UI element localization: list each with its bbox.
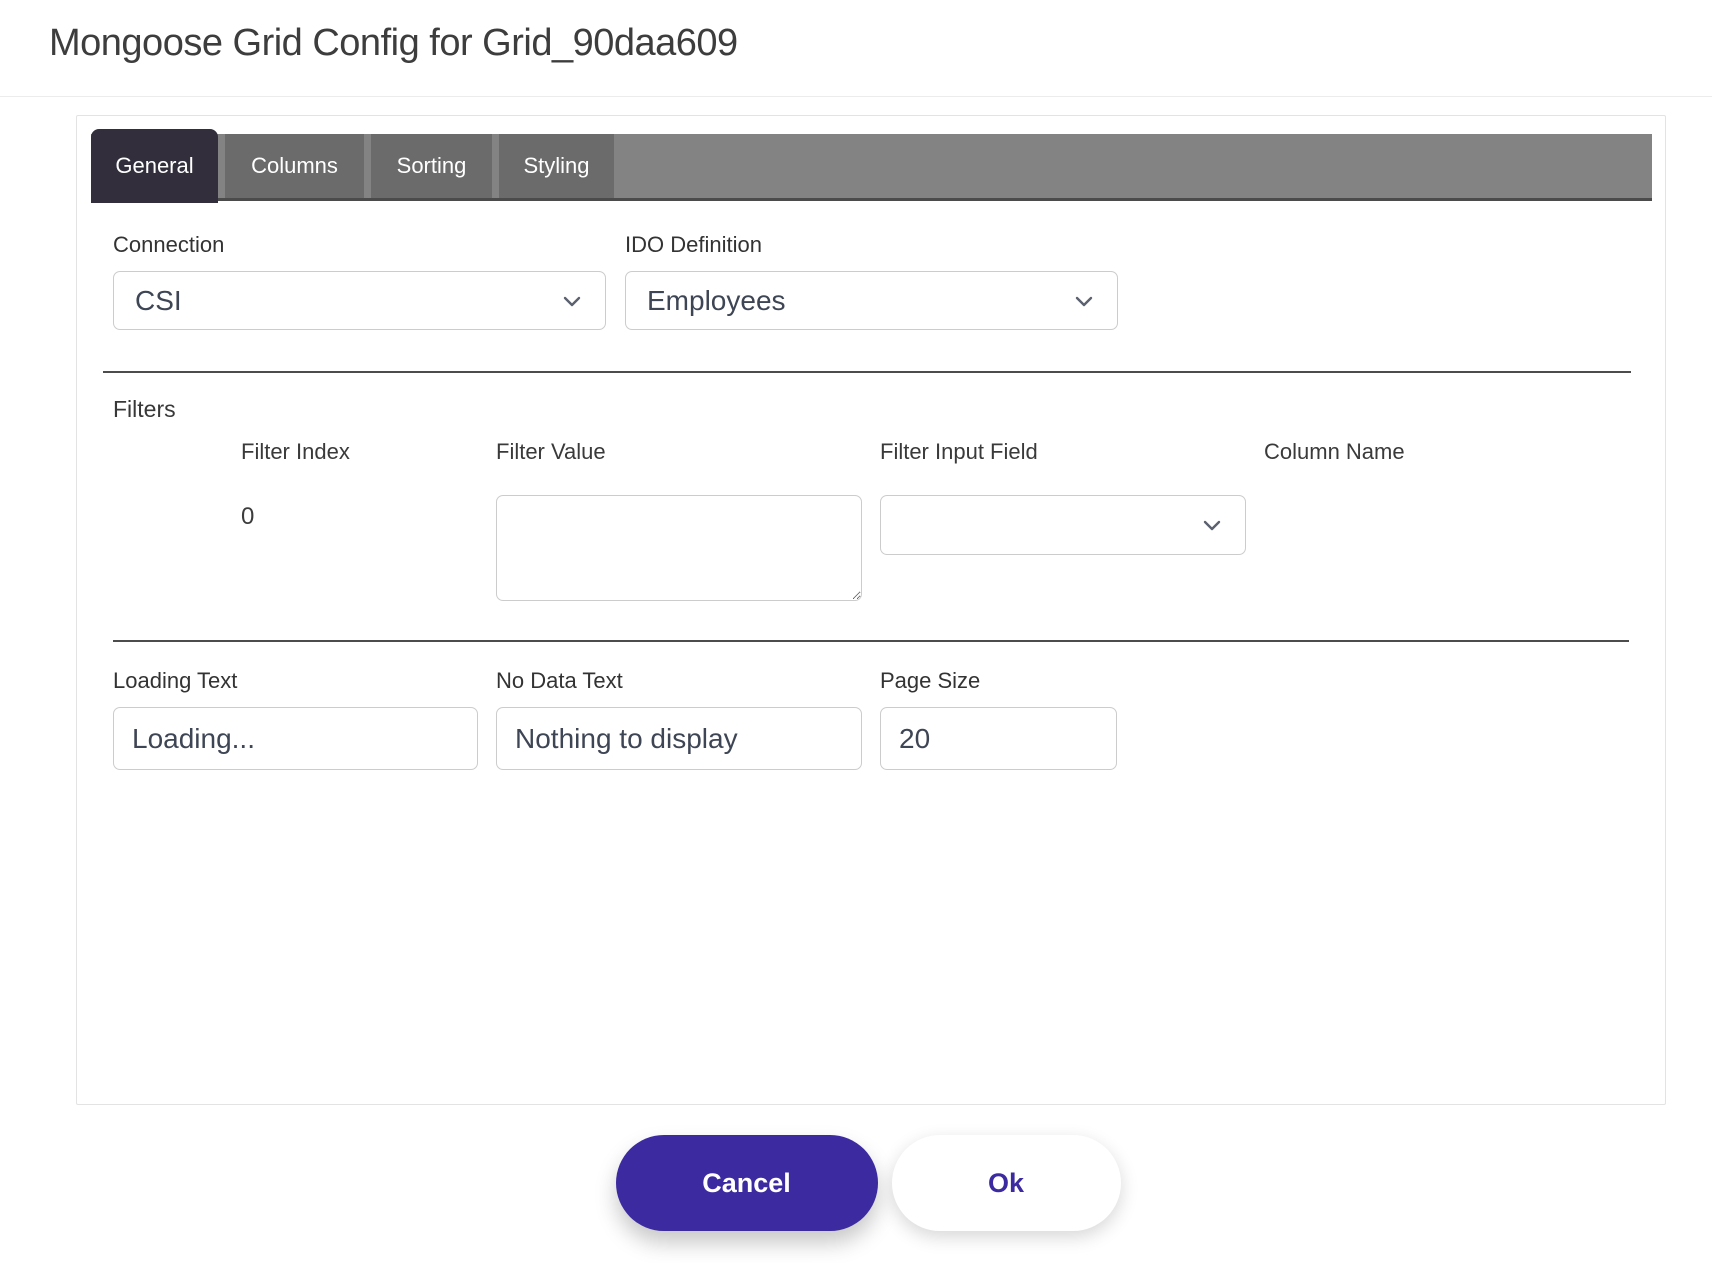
filters-table: Filter Index Filter Value Filter Input F… [113, 439, 1643, 606]
tab-styling[interactable]: Styling [499, 134, 614, 198]
filter-row-index: 0 [241, 503, 255, 530]
filter-value-cell [496, 495, 880, 606]
filters-section-divider [103, 371, 1631, 373]
dialog-actions: Cancel Ok [0, 1135, 1736, 1231]
filter-value-textarea[interactable] [496, 495, 862, 601]
general-tab-content: Connection CSI IDO Definition Employees [103, 204, 1643, 770]
options-inputs-row [113, 707, 1643, 770]
ido-definition-select[interactable]: Employees [625, 271, 1118, 330]
title-divider [0, 96, 1712, 97]
no-data-text-input[interactable] [496, 707, 862, 770]
loading-text-input[interactable] [113, 707, 478, 770]
filter-input-field-cell [880, 495, 1264, 606]
options-labels-row: Loading Text No Data Text Page Size [113, 668, 1643, 694]
connection-selected-value: CSI [135, 284, 182, 316]
filter-input-field-select[interactable] [880, 495, 1246, 555]
tab-columns[interactable]: Columns [225, 134, 364, 198]
filter-input-field-header: Filter Input Field [880, 439, 1038, 464]
filter-value-header: Filter Value [496, 439, 606, 464]
connection-field: Connection CSI [113, 232, 606, 330]
chevron-down-icon [1203, 520, 1221, 531]
page-title: Mongoose Grid Config for Grid_90daa609 [49, 22, 738, 64]
page-size-input[interactable] [880, 707, 1117, 770]
ido-definition-selected-value: Employees [647, 284, 786, 316]
grid-config-panel: General Columns Sorting Styling Connecti… [76, 115, 1666, 1105]
filter-index-header: Filter Index [241, 439, 350, 464]
column-name-cell [1264, 495, 1643, 606]
tab-bar: General Columns Sorting Styling [91, 129, 1652, 203]
connection-row: Connection CSI IDO Definition Employees [113, 232, 1643, 330]
no-data-text-label: No Data Text [496, 668, 623, 693]
ok-button[interactable]: Ok [891, 1135, 1121, 1231]
ido-definition-label: IDO Definition [625, 232, 762, 257]
chevron-down-icon [563, 296, 581, 306]
page-size-label: Page Size [880, 668, 981, 693]
cancel-button[interactable]: Cancel [615, 1135, 878, 1231]
filters-section-label: Filters [113, 396, 176, 422]
loading-text-label: Loading Text [113, 668, 238, 693]
tab-sorting[interactable]: Sorting [371, 134, 492, 198]
tab-general[interactable]: General [91, 129, 218, 203]
connection-label: Connection [113, 232, 225, 257]
column-name-header: Column Name [1264, 439, 1405, 464]
chevron-down-icon [1075, 296, 1093, 306]
options-section-divider [113, 640, 1629, 642]
ido-definition-field: IDO Definition Employees [625, 232, 1118, 330]
connection-select[interactable]: CSI [113, 271, 606, 330]
